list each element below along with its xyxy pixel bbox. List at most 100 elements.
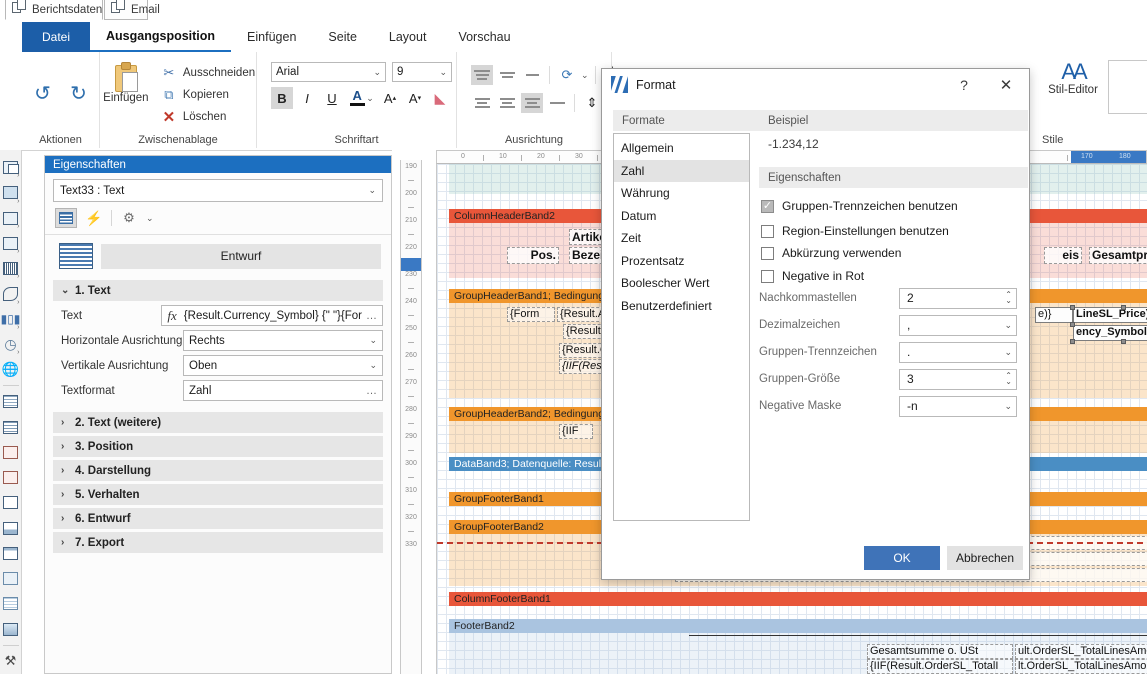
shrink-font-button[interactable]: A ▾ <box>404 87 426 109</box>
picture-panel-icon[interactable] <box>1 541 21 566</box>
barcode-icon[interactable]: › <box>1 256 21 281</box>
format-item-zahl[interactable]: Zahl <box>614 159 749 182</box>
close-icon[interactable]: ✕ <box>989 71 1023 99</box>
format-item-zeit[interactable]: Zeit <box>614 227 749 250</box>
ellipsis-icon[interactable]: … <box>366 385 377 397</box>
negative-maske-select[interactable]: -n ⌄ <box>899 395 1017 417</box>
text-rotation-button[interactable]: ⟳ <box>556 64 578 86</box>
text-field-icon[interactable]: › <box>1 231 21 256</box>
field-iif-total-1[interactable]: {IIF(Result.OrderSL_TotalI <box>867 659 1013 674</box>
field-currency-symbol[interactable]: ency_Symbol)} <box>1073 325 1147 341</box>
format-dialog[interactable]: Format ? ✕ Formate Allgemein Zahl Währun… <box>601 68 1030 580</box>
align-middle-button[interactable] <box>496 65 518 85</box>
design-button[interactable]: Entwurf <box>101 243 381 269</box>
align-justify-button[interactable] <box>546 93 568 113</box>
bands-icon[interactable]: › <box>1 155 21 180</box>
section-header-verhalten[interactable]: › 5. Verhalten <box>53 484 383 505</box>
underline-button[interactable]: U <box>321 87 343 109</box>
ellipsis-icon[interactable]: … <box>366 310 377 322</box>
tools-icon[interactable]: ⚒ <box>1 649 21 674</box>
shape-icon[interactable]: › <box>1 281 21 306</box>
italic-button[interactable]: I <box>296 87 318 109</box>
format-item-prozentsatz[interactable]: Prozentsatz <box>614 250 749 273</box>
font-name-select[interactable]: Arial ⌄ <box>271 62 386 82</box>
header-panel-icon[interactable] <box>1 515 21 540</box>
nachkommastellen-spinner[interactable]: 2 ⌃ ⌄ <box>899 287 1017 309</box>
spinner-icon[interactable]: ⌃ ⌄ <box>1005 291 1012 305</box>
object-selector[interactable]: Text33 : Text ⌄ <box>53 179 383 202</box>
help-button[interactable]: ? <box>947 71 981 99</box>
field-linesl-price[interactable]: LineSL_Price)} <box>1073 307 1147 323</box>
categorized-view-icon[interactable] <box>55 208 77 228</box>
dialog-title-bar[interactable]: Format ? ✕ <box>602 69 1029 100</box>
redo-button[interactable]: ↻ <box>64 78 94 108</box>
vertical-alignment-select[interactable]: Oben ⌄ <box>183 355 383 376</box>
section-header-position[interactable]: › 3. Position <box>53 436 383 457</box>
paste-button[interactable]: Einfügen <box>99 62 153 104</box>
rich-text-icon[interactable] <box>1 389 21 414</box>
section-header-export[interactable]: › 7. Export <box>53 532 383 553</box>
font-size-select[interactable]: 9 ⌄ <box>392 62 452 82</box>
document-tab-berichtsdaten[interactable]: Berichtsdaten <box>5 0 103 20</box>
text-block-icon[interactable] <box>1 414 21 439</box>
text-box-icon[interactable] <box>1 465 21 490</box>
text-expression-field[interactable]: fx {Result.Currency_Symbol} {" "}{For … <box>161 305 383 326</box>
band-body[interactable]: Gesamtsumme o. USt ult.OrderSL_TotalLine… <box>449 633 1147 674</box>
bold-button[interactable]: B <box>271 87 293 109</box>
field-pos[interactable]: Pos. <box>507 247 559 264</box>
image-icon[interactable] <box>1 616 21 641</box>
field-price-tail[interactable]: e)} <box>1035 307 1073 323</box>
ok-button[interactable]: OK <box>864 546 940 570</box>
band-columnfooter-1[interactable]: ColumnFooterBand1 <box>449 592 1147 606</box>
gauge-icon[interactable]: ◷ › <box>1 332 21 357</box>
events-icon[interactable]: ⚡ <box>83 208 105 228</box>
chart-icon[interactable]: ▮▯▮ › <box>1 307 21 332</box>
format-item-allgemein[interactable]: Allgemein <box>614 137 749 160</box>
textformat-field[interactable]: Zahl … <box>183 380 383 401</box>
field-iif[interactable]: {IIF <box>559 424 593 439</box>
section-header-text-weitere[interactable]: › 2. Text (weitere) <box>53 412 383 433</box>
tab-layout[interactable]: Layout <box>373 22 443 52</box>
format-item-datum[interactable]: Datum <box>614 205 749 228</box>
gruppen-groesse-spinner[interactable]: 3 ⌃ ⌄ <box>899 368 1017 390</box>
format-item-waehrung[interactable]: Währung <box>614 182 749 205</box>
field-gesamtpreis[interactable]: Gesamtpreis <box>1089 247 1147 264</box>
dezimalzeichen-select[interactable]: , ⌄ <box>899 314 1017 336</box>
field-total-lines-amount-2[interactable]: lt.OrderSL_TotalLinesAmount)} <box>1015 659 1147 674</box>
gruppen-trennzeichen-select[interactable]: . ⌄ <box>899 341 1017 363</box>
align-left-button[interactable] <box>471 93 493 113</box>
cancel-button[interactable]: Abbrechen <box>947 546 1023 570</box>
style-editor-button[interactable]: AA Stil-Editor <box>1044 60 1102 97</box>
cross-bands-icon[interactable]: › <box>1 180 21 205</box>
label-icon[interactable] <box>1 566 21 591</box>
document-tab-email[interactable]: Email <box>104 0 160 20</box>
field-total-lines-amount[interactable]: ult.OrderSL_TotalLinesAmount)} <box>1015 644 1147 659</box>
section-header-text[interactable]: ⌄ 1. Text <box>53 280 383 301</box>
settings-gear-icon[interactable]: ⚙ <box>118 208 140 228</box>
align-right-button[interactable] <box>521 93 543 113</box>
section-header-entwurf[interactable]: › 6. Entwurf <box>53 508 383 529</box>
delete-button[interactable]: ✕ Löschen <box>159 106 257 128</box>
table-cell-icon[interactable] <box>1 440 21 465</box>
field-gesamtsumme-label[interactable]: Gesamtsumme o. USt <box>867 644 1013 659</box>
chevron-down-icon[interactable]: ⌄ <box>146 213 154 224</box>
spinner-icon[interactable]: ⌃ ⌄ <box>1005 372 1012 386</box>
list-icon[interactable] <box>1 591 21 616</box>
format-item-benutzerdefiniert[interactable]: Benutzerdefiniert <box>614 295 749 318</box>
tab-vorschau[interactable]: Vorschau <box>442 22 526 52</box>
format-item-boolescher-wert[interactable]: Boolescher Wert <box>614 272 749 295</box>
band-footer-2[interactable]: FooterBand2 Gesamtsumme o. USt ult.Order… <box>449 619 1147 674</box>
font-color-button[interactable]: A ⌄ <box>346 87 376 109</box>
align-top-button[interactable] <box>471 65 493 85</box>
horizontal-alignment-select[interactable]: Rechts ⌄ <box>183 330 383 351</box>
formats-list[interactable]: Allgemein Zahl Währung Datum Zeit Prozen… <box>613 133 750 521</box>
tab-seite[interactable]: Seite <box>312 22 373 52</box>
checkbox-abkuerzung[interactable]: Abkürzung verwenden <box>761 246 901 260</box>
align-bottom-button[interactable] <box>521 65 543 85</box>
tab-einfuegen[interactable]: Einfügen <box>231 22 312 52</box>
copy-button[interactable]: ⧉ Kopieren <box>159 84 257 106</box>
style-gallery[interactable]: Stil <box>1108 60 1147 114</box>
checkbox-negative-in-rot[interactable]: Negative in Rot <box>761 269 864 283</box>
checkbox-region-einstellungen[interactable]: Region-Einstellungen benutzen <box>761 224 949 238</box>
tab-datei[interactable]: Datei <box>22 22 91 52</box>
